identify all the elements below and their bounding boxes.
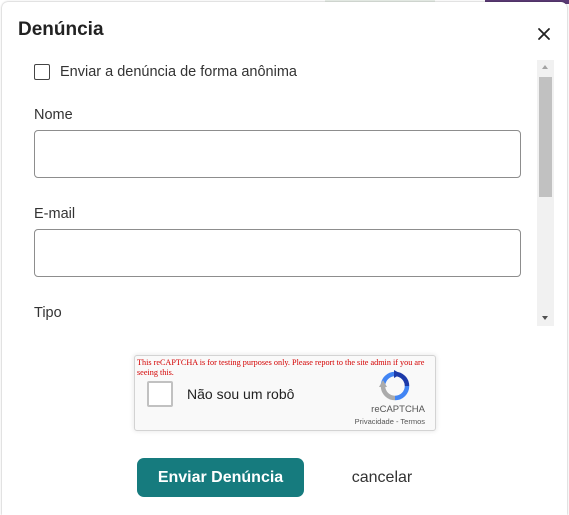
type-label: Tipo <box>34 305 62 321</box>
anonymous-option[interactable]: Enviar a denúncia de forma anônima <box>34 64 297 80</box>
close-button[interactable] <box>532 22 556 46</box>
dialog-title: Denúncia <box>18 19 104 40</box>
cancel-button[interactable]: cancelar <box>334 458 430 497</box>
recaptcha-widget: This reCAPTCHA is for testing purposes o… <box>134 355 436 431</box>
scroll-up-icon[interactable] <box>542 65 548 69</box>
close-icon <box>538 28 550 40</box>
email-input[interactable] <box>34 229 521 277</box>
name-label: Nome <box>34 107 73 123</box>
scrollbar-thumb[interactable] <box>539 77 552 197</box>
recaptcha-links: Privacidade - Termos <box>315 417 425 426</box>
recaptcha-checkbox[interactable] <box>147 381 173 407</box>
name-input[interactable] <box>34 130 521 178</box>
recaptcha-checkbox-label: Não sou um robô <box>187 386 295 402</box>
email-label: E-mail <box>34 206 76 222</box>
form-scroll-area[interactable]: Enviar a denúncia de forma anônima Nome … <box>2 60 555 326</box>
recaptcha-terms-link[interactable]: Termos <box>400 417 425 426</box>
recaptcha-logo-icon <box>379 370 410 401</box>
recaptcha-privacy-link[interactable]: Privacidade <box>355 417 394 426</box>
form-scrollbar[interactable] <box>537 60 554 326</box>
anonymous-checkbox-label: Enviar a denúncia de forma anônima <box>60 64 297 80</box>
report-dialog: Denúncia Enviar a denúncia de forma anôn… <box>2 2 567 515</box>
submit-report-button[interactable]: Enviar Denúncia <box>137 458 304 497</box>
scroll-down-icon[interactable] <box>542 316 548 320</box>
recaptcha-brand: reCAPTCHA <box>371 404 425 415</box>
anonymous-checkbox[interactable] <box>34 64 50 80</box>
